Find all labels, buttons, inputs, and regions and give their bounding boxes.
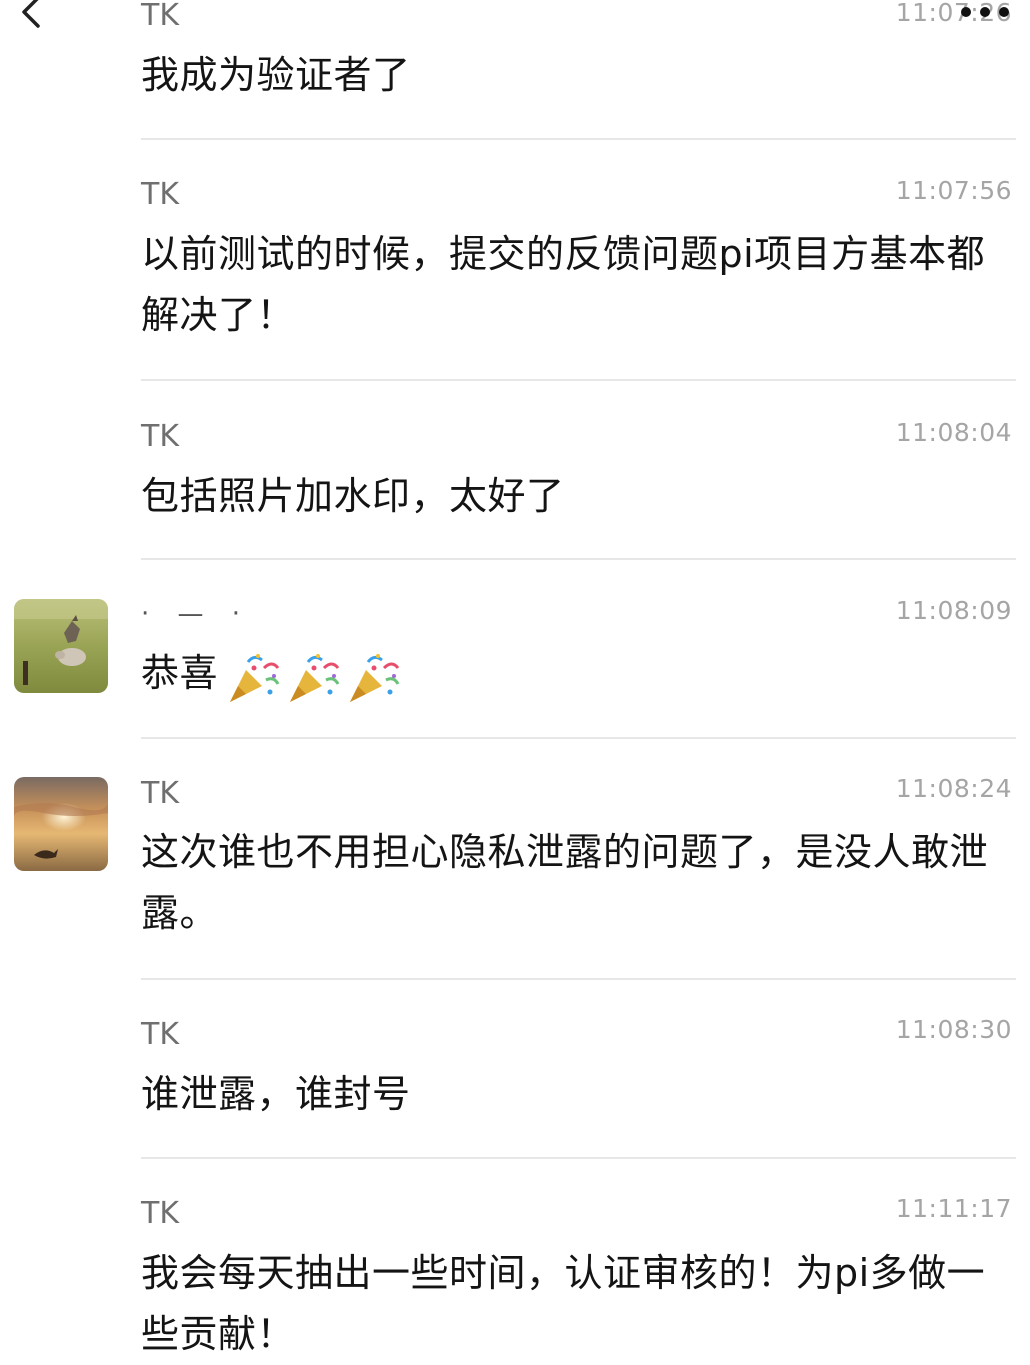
- message-text: 谁泄露，谁封号: [141, 1072, 411, 1116]
- message-time: 11:11:17: [895, 1194, 1012, 1223]
- message-time: 11:08:24: [895, 774, 1012, 803]
- message-text-row: 恭喜: [141, 643, 1001, 706]
- chevron-left-icon: [22, 0, 40, 28]
- message-text: 我成为验证者了: [141, 53, 411, 97]
- party-popper-icon: [230, 653, 280, 702]
- sender-name: TK: [141, 1196, 179, 1231]
- message-text: 这次谁也不用担心隐私泄露的问题了，是没人敢泄露。: [141, 830, 989, 935]
- message-text: 我会每天抽出一些时间，认证审核的！为pi多做一些贡献！: [141, 1251, 986, 1356]
- message-text: 恭喜: [141, 651, 219, 695]
- message-time: 11:08:04: [895, 418, 1012, 447]
- emoji-row: [224, 645, 404, 706]
- message-text: 以前测试的时候，提交的反馈问题pi项目方基本都解决了！: [141, 232, 986, 337]
- message-time: 11:08:30: [895, 1015, 1012, 1044]
- party-popper-icon: [290, 653, 340, 702]
- sender-name: TK: [141, 0, 179, 33]
- sender-name: TK: [141, 776, 179, 811]
- dog-and-pig-photo: [14, 599, 108, 693]
- message-text: 包括照片加水印，太好了: [141, 474, 565, 518]
- message-divider: [141, 379, 1016, 381]
- message-time: 11:08:09: [895, 596, 1012, 625]
- sender-name: TK: [141, 1017, 179, 1052]
- message-divider: [141, 138, 1016, 140]
- message-divider: [141, 978, 1016, 980]
- message-divider: [141, 737, 1016, 739]
- party-popper-icon: [350, 653, 400, 702]
- sender-name: TK: [141, 419, 179, 454]
- avatar[interactable]: [14, 599, 108, 693]
- sender-name: TK: [141, 177, 179, 212]
- message-time: 11:07:56: [895, 176, 1012, 205]
- more-button[interactable]: [958, 4, 1012, 20]
- sunset-whale-photo: [14, 777, 108, 871]
- more-dots-icon: [961, 7, 1009, 17]
- back-button[interactable]: [10, 0, 50, 34]
- message-divider: [141, 558, 1016, 560]
- sender-name: · — ·: [141, 599, 251, 629]
- message-divider: [141, 1157, 1016, 1159]
- avatar[interactable]: [14, 777, 108, 871]
